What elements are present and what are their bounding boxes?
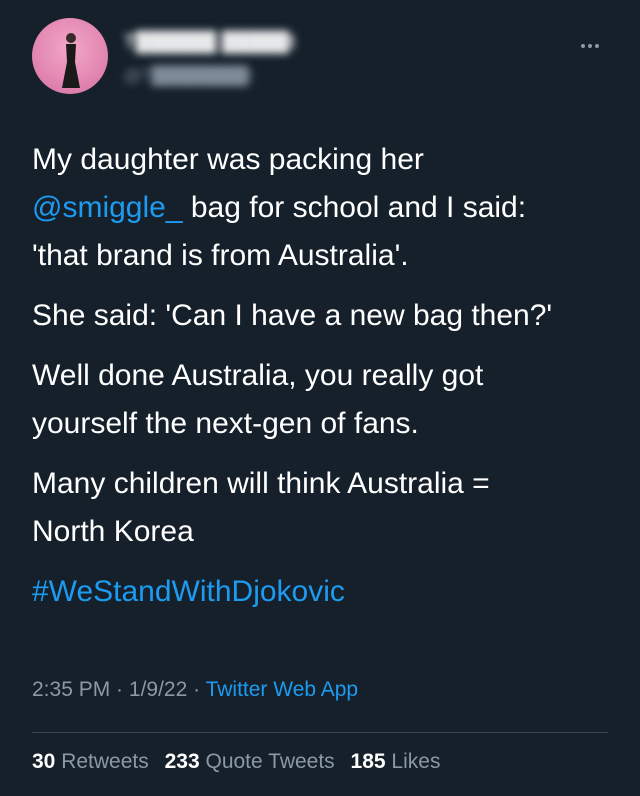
retweets-label: Retweets	[61, 750, 149, 773]
user-name-block[interactable]: T██████ █████t @T████████t	[124, 32, 324, 102]
mention-link[interactable]: @smiggle_	[32, 191, 183, 224]
tweet-stats: 30 Retweets 233 Quote Tweets 185 Likes	[32, 750, 450, 774]
display-name[interactable]: T██████ █████t	[124, 32, 324, 54]
meta-separator: ·	[110, 678, 129, 701]
tweet-text-segment: My daughter was packing her	[32, 143, 424, 176]
tweet-paragraph-3: Well done Australia, you really got your…	[32, 359, 484, 440]
profile-photo-figure	[62, 33, 80, 88]
more-dot	[588, 44, 592, 48]
tweet-header: T██████ █████t @T████████t	[32, 18, 608, 108]
avatar[interactable]	[32, 18, 108, 94]
quote-tweets-stat[interactable]: 233 Quote Tweets	[165, 750, 335, 773]
quote-tweets-label: Quote Tweets	[205, 750, 335, 773]
retweets-count: 30	[32, 750, 56, 773]
tweet-text: My daughter was packing her @smiggle_ ba…	[32, 136, 612, 628]
tweet-date[interactable]: 1/9/22	[129, 678, 187, 701]
meta-separator: ·	[187, 678, 206, 701]
tweet-paragraph-4: Many children will think Australia = Nor…	[32, 467, 490, 548]
more-dot	[595, 44, 599, 48]
tweet-paragraph-2: She said: 'Can I have a new bag then?'	[32, 299, 553, 332]
divider	[32, 732, 608, 733]
hashtag-link[interactable]: #WeStandWithDjokovic	[32, 575, 345, 608]
more-dot	[581, 44, 585, 48]
tweet-time[interactable]: 2:35 PM	[32, 678, 110, 701]
likes-count: 185	[350, 750, 386, 773]
tweet-source-link[interactable]: Twitter Web App	[206, 678, 359, 701]
hashtag-paragraph: #WeStandWithDjokovic	[32, 568, 612, 616]
user-handle[interactable]: @T████████t	[124, 66, 314, 86]
retweets-stat[interactable]: 30 Retweets	[32, 750, 149, 773]
tweet-meta: 2:35 PM · 1/9/22 · Twitter Web App	[32, 678, 358, 702]
tweet-paragraph-1: My daughter was packing her @smiggle_ ba…	[32, 136, 612, 280]
more-icon[interactable]	[572, 36, 608, 56]
quote-tweets-count: 233	[164, 750, 200, 773]
likes-stat[interactable]: 185 Likes	[351, 750, 441, 773]
likes-label: Likes	[391, 750, 441, 773]
